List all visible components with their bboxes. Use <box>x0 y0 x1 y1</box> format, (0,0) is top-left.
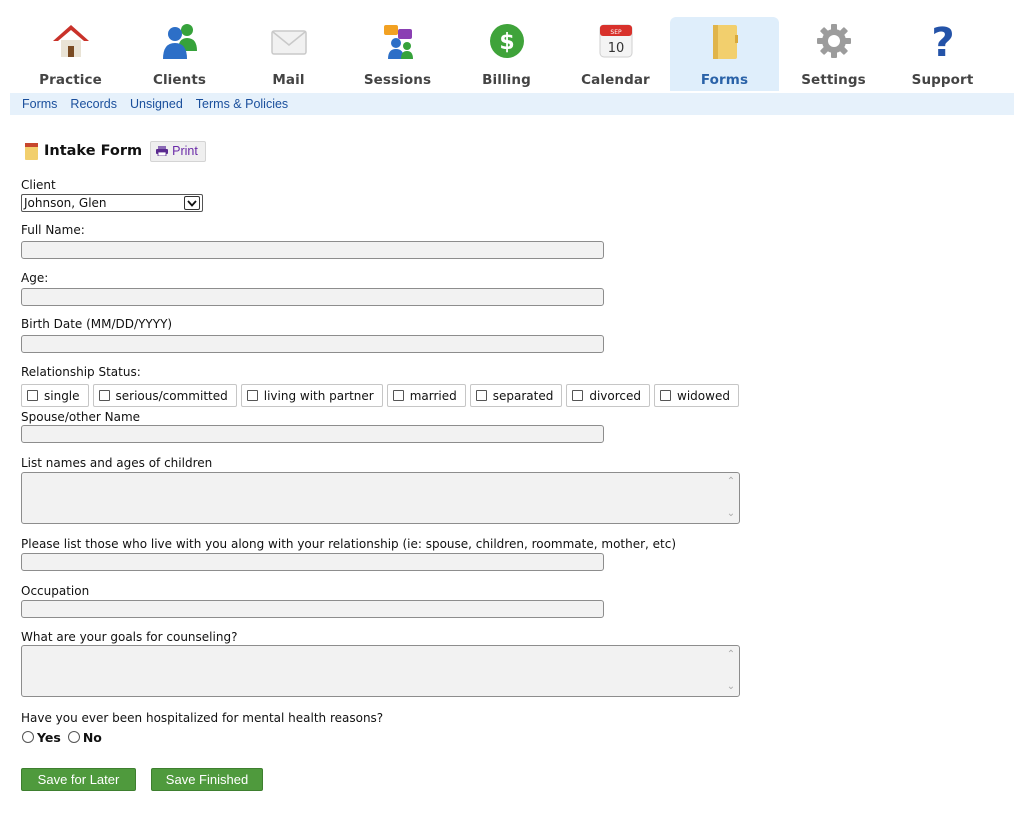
print-button[interactable]: Print <box>150 140 206 162</box>
relationship-option-divorced[interactable]: divorced <box>566 384 651 407</box>
svg-text:10: 10 <box>607 41 624 56</box>
nav-clients[interactable]: Clients <box>125 17 234 91</box>
printer-icon <box>156 146 169 156</box>
client-select[interactable]: Johnson, Glen <box>21 194 203 212</box>
yes-radio[interactable] <box>22 731 34 743</box>
svg-text:?: ? <box>931 21 954 61</box>
svg-text:SEP: SEP <box>610 29 622 36</box>
checkbox[interactable] <box>660 390 672 401</box>
goals-textarea[interactable] <box>21 645 740 697</box>
form-folder-icon <box>25 142 38 160</box>
spouse-name-label: Spouse/other Name <box>21 410 141 424</box>
nav-label: Billing <box>482 72 531 88</box>
question-icon: ? <box>931 21 954 61</box>
checkbox[interactable] <box>392 390 404 401</box>
relationship-option-separated[interactable]: separated <box>469 384 563 407</box>
chevron-down-icon <box>184 196 200 210</box>
envelope-icon <box>270 30 307 55</box>
relationship-option-living-with-partner[interactable]: living with partner <box>240 384 383 407</box>
nav-label: Calendar <box>581 72 650 88</box>
subnav-forms[interactable]: Forms <box>22 97 57 111</box>
children-scrollbar[interactable]: ⌃ ⌄ <box>723 473 739 523</box>
scroll-down-icon[interactable]: ⌄ <box>727 505 735 523</box>
nav-billing[interactable]: $ Billing <box>452 17 561 91</box>
hospitalized-label: Have you ever been hospitalized for ment… <box>21 711 384 725</box>
nav-settings[interactable]: Settings <box>779 17 888 91</box>
subnav-records[interactable]: Records <box>70 97 117 111</box>
relationship-option-married[interactable]: married <box>386 384 466 407</box>
nav-label: Forms <box>700 72 749 88</box>
children-label: List names and ages of children <box>21 456 213 470</box>
goals-label: What are your goals for counseling? <box>21 630 238 644</box>
hospitalized-options: Yes No <box>22 729 109 745</box>
calendar-icon: SEP 10 <box>599 24 632 58</box>
children-textarea[interactable] <box>21 472 740 524</box>
nav-forms[interactable]: Forms <box>670 17 779 91</box>
spouse-name-input[interactable] <box>21 425 604 443</box>
yes-label[interactable]: Yes <box>37 730 61 745</box>
save-finished-button[interactable]: Save Finished <box>151 768 263 791</box>
page-title: Intake Form <box>44 143 143 159</box>
svg-text:$: $ <box>499 30 514 55</box>
full-name-input[interactable] <box>21 241 604 259</box>
nav-label: Settings <box>801 72 866 88</box>
subnav-terms-policies[interactable]: Terms & Policies <box>196 97 288 111</box>
nav-label: Mail <box>272 72 305 88</box>
no-label[interactable]: No <box>83 730 102 745</box>
nav-label: Sessions <box>363 72 432 88</box>
checkbox[interactable] <box>98 390 110 401</box>
nav-practice[interactable]: Practice <box>16 17 125 91</box>
chat-bubbles-icon <box>383 25 413 59</box>
sub-navigation: Forms Records Unsigned Terms & Policies <box>10 93 1014 115</box>
checkbox[interactable] <box>246 390 258 401</box>
relationship-option-widowed[interactable]: widowed <box>654 384 739 407</box>
nav-label: Practice <box>39 72 102 88</box>
scroll-down-icon[interactable]: ⌄ <box>727 678 735 696</box>
household-label: Please list those who live with you alon… <box>21 537 677 551</box>
client-select-value: Johnson, Glen <box>24 196 107 210</box>
print-label: Print <box>172 144 198 158</box>
nav-label: Clients <box>152 72 207 88</box>
relationship-status-label: Relationship Status: <box>21 365 141 379</box>
scroll-up-icon[interactable]: ⌃ <box>727 473 735 491</box>
relationship-status-options: single serious/committed living with par… <box>21 384 743 407</box>
people-icon <box>162 24 197 59</box>
no-radio[interactable] <box>67 731 80 743</box>
gear-icon <box>816 24 851 58</box>
household-input[interactable] <box>21 553 604 571</box>
dollar-icon: $ <box>489 24 524 58</box>
form-header: Intake Form Print <box>25 140 206 162</box>
scroll-up-icon[interactable]: ⌃ <box>727 646 735 664</box>
birth-date-label: Birth Date (MM/DD/YYYY) <box>21 317 173 331</box>
client-label: Client <box>21 178 56 192</box>
nav-calendar[interactable]: SEP 10 Calendar <box>561 17 670 91</box>
relationship-option-serious-committed[interactable]: serious/committed <box>92 384 237 407</box>
nav-sessions[interactable]: Sessions <box>343 17 452 91</box>
occupation-input[interactable] <box>21 600 604 618</box>
nav-label: Support <box>911 72 974 88</box>
nav-support[interactable]: ? Support <box>888 17 997 91</box>
subnav-unsigned[interactable]: Unsigned <box>130 97 183 111</box>
goals-scrollbar[interactable]: ⌃ ⌄ <box>723 646 739 696</box>
checkbox[interactable] <box>572 390 584 401</box>
checkbox[interactable] <box>475 390 487 401</box>
birth-date-input[interactable] <box>21 335 604 353</box>
full-name-label: Full Name: <box>21 223 85 237</box>
checkbox[interactable] <box>27 390 38 401</box>
folder-icon <box>712 25 738 59</box>
house-icon <box>52 25 89 57</box>
nav-mail[interactable]: Mail <box>234 17 343 91</box>
age-label: Age: <box>21 271 49 285</box>
age-input[interactable] <box>21 288 604 306</box>
save-for-later-button[interactable]: Save for Later <box>21 768 136 791</box>
occupation-label: Occupation <box>21 584 90 598</box>
relationship-option-single[interactable]: single <box>21 384 89 407</box>
main-navigation: Practice Clients Mail Sessions $ Billing… <box>16 17 1014 91</box>
